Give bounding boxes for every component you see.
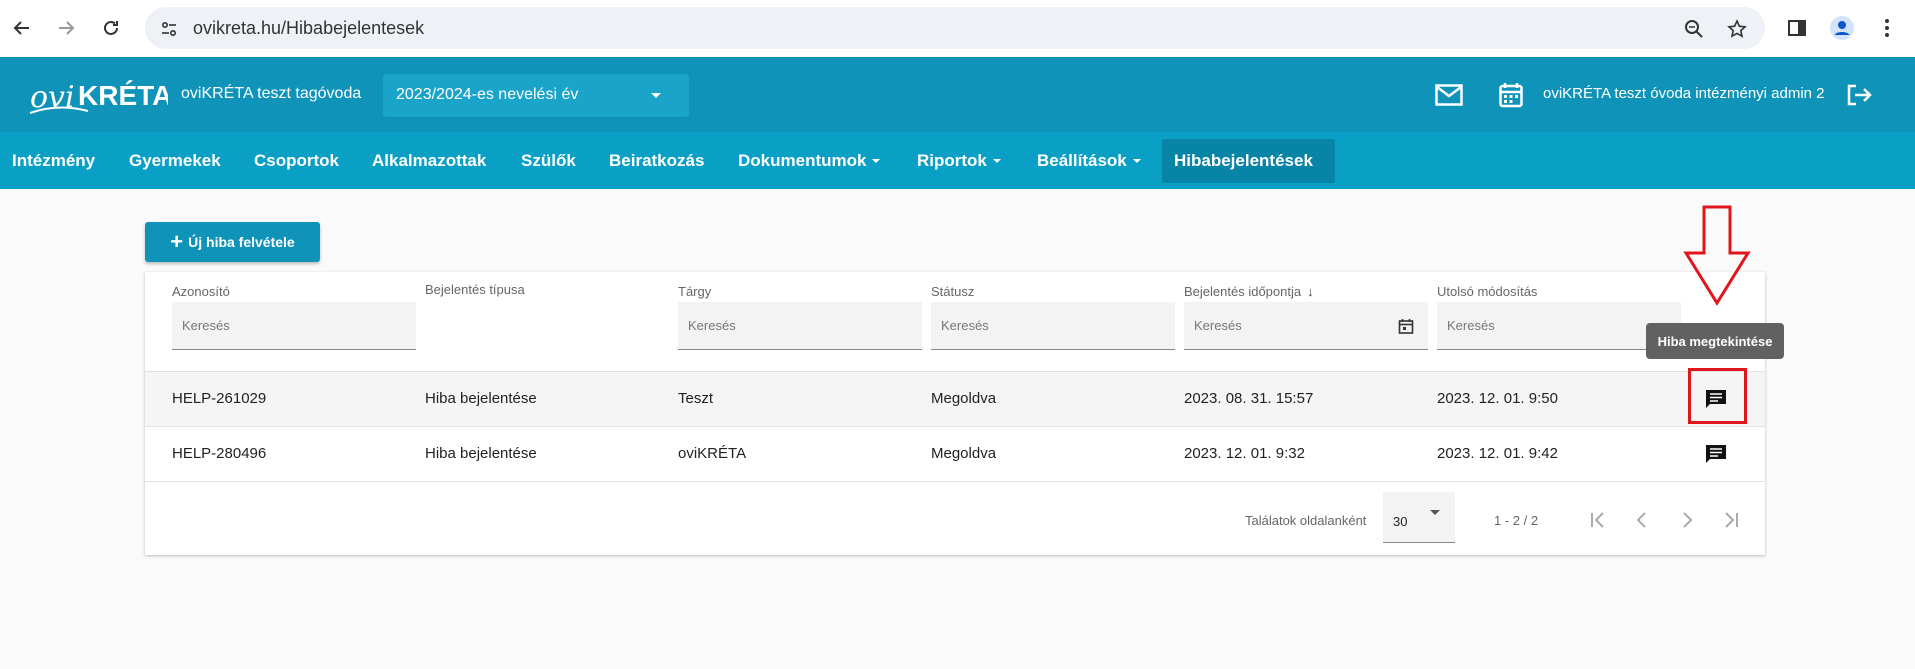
cell-tipus: Hiba bejelentése bbox=[425, 445, 537, 462]
grid-pager: Találatok oldalanként 30 1 - 2 / 2 bbox=[145, 481, 1765, 555]
ovikreta-logo[interactable]: ovi KRÉTA bbox=[28, 73, 172, 117]
plus-icon: + bbox=[170, 229, 184, 254]
user-name[interactable]: oviKRÉTA teszt óvoda intézményi admin 2 bbox=[1543, 85, 1825, 102]
cell-tipus: Hiba bejelentése bbox=[425, 390, 537, 407]
logout-icon[interactable] bbox=[1844, 80, 1874, 110]
caret-down-icon bbox=[992, 159, 1001, 163]
date-picker-icon[interactable] bbox=[1398, 318, 1414, 339]
sort-desc-icon[interactable]: ↓ bbox=[1307, 284, 1314, 299]
chevron-down-icon bbox=[651, 93, 661, 98]
nav-item-csoportok[interactable]: Csoportok bbox=[242, 139, 351, 183]
annotation-arrow-icon bbox=[1683, 205, 1751, 312]
mail-icon[interactable] bbox=[1434, 80, 1464, 110]
nav-item-label: Beállítások bbox=[1037, 151, 1127, 170]
browser-menu-icon[interactable] bbox=[1873, 14, 1901, 42]
svg-text:ovi: ovi bbox=[30, 80, 75, 115]
nav-item-szulok[interactable]: Szülők bbox=[509, 139, 588, 183]
filter-statusz[interactable]: Keresés bbox=[931, 302, 1175, 350]
chevron-down-icon bbox=[1430, 510, 1440, 515]
nav-item-hibabejelentesek[interactable]: Hibabejelentések bbox=[1162, 139, 1335, 183]
nav-item-label: Dokumentumok bbox=[738, 151, 867, 170]
caret-down-icon bbox=[1132, 159, 1141, 163]
page-range: 1 - 2 / 2 bbox=[1494, 513, 1539, 528]
nav-item-beiratkozas[interactable]: Beiratkozás bbox=[597, 139, 716, 183]
filter-modositas[interactable]: Keresés bbox=[1437, 302, 1681, 350]
column-header-idopont[interactable]: Bejelentés időpontja ↓ bbox=[1184, 284, 1314, 299]
add-issue-label: Új hiba felvétele bbox=[188, 234, 295, 250]
school-year-value: 2023/2024-es nevelési év bbox=[396, 86, 579, 103]
site-settings-icon[interactable] bbox=[157, 17, 181, 41]
browser-toolbar: ovikreta.hu/Hibabejelentesek bbox=[0, 0, 1915, 56]
table-row[interactable]: HELP-280496 Hiba bejelentése oviKRÉTA Me… bbox=[145, 426, 1765, 481]
nav-item-label: Riportok bbox=[917, 151, 987, 170]
nav-item-label: Alkalmazottak bbox=[372, 151, 487, 170]
per-page-select[interactable]: 30 bbox=[1383, 492, 1455, 543]
per-page-label: Találatok oldalanként bbox=[1245, 513, 1367, 528]
reload-icon[interactable] bbox=[97, 14, 125, 42]
back-icon[interactable] bbox=[8, 14, 36, 42]
profile-avatar-icon[interactable] bbox=[1828, 14, 1856, 42]
last-page-icon[interactable] bbox=[1719, 508, 1743, 532]
filter-placeholder: Keresés bbox=[1194, 318, 1242, 333]
add-issue-button[interactable]: + Új hiba felvétele bbox=[145, 222, 320, 262]
filter-idopont[interactable]: Keresés bbox=[1184, 302, 1428, 350]
nav-item-label: Beiratkozás bbox=[609, 151, 705, 170]
issues-grid: Azonosító Bejelentés típusa Tárgy Státus… bbox=[145, 272, 1765, 555]
column-header-modositas[interactable]: Utolsó módosítás bbox=[1437, 284, 1537, 299]
next-page-icon[interactable] bbox=[1675, 508, 1699, 532]
filter-targy[interactable]: Keresés bbox=[678, 302, 922, 350]
nav-item-label: Intézmény bbox=[12, 151, 96, 170]
nav-item-beallitasok[interactable]: Beállítások bbox=[1025, 139, 1153, 183]
caret-down-icon bbox=[872, 159, 881, 163]
forward-icon[interactable] bbox=[52, 14, 80, 42]
filter-placeholder: Keresés bbox=[182, 318, 230, 333]
side-panel-icon[interactable] bbox=[1783, 14, 1811, 42]
svg-text:KRÉTA: KRÉTA bbox=[78, 80, 168, 111]
school-year-select[interactable]: 2023/2024-es nevelési év bbox=[383, 74, 689, 117]
nav-item-riportok[interactable]: Riportok bbox=[905, 139, 1013, 183]
cell-statusz: Megoldva bbox=[931, 445, 997, 462]
main-nav: Intézmény Gyermekek Csoportok Alkalmazot… bbox=[0, 132, 1915, 189]
column-header-statusz[interactable]: Státusz bbox=[931, 284, 974, 299]
previous-page-icon[interactable] bbox=[1630, 508, 1654, 532]
view-issue-icon[interactable] bbox=[1702, 441, 1730, 467]
first-page-icon[interactable] bbox=[1586, 508, 1610, 532]
calendar-icon[interactable] bbox=[1496, 80, 1526, 110]
nav-item-intezmeny[interactable]: Intézmény bbox=[0, 139, 107, 183]
cell-modositas: 2023. 12. 01. 9:42 bbox=[1437, 445, 1558, 462]
filter-placeholder: Keresés bbox=[1447, 318, 1495, 333]
filter-placeholder: Keresés bbox=[688, 318, 736, 333]
bookmark-star-icon[interactable] bbox=[1725, 17, 1749, 41]
cell-idopont: 2023. 12. 01. 9:32 bbox=[1184, 445, 1305, 462]
cell-azonosito: HELP-280496 bbox=[172, 445, 267, 462]
zoom-icon[interactable] bbox=[1682, 17, 1706, 41]
cell-azonosito: HELP-261029 bbox=[172, 390, 267, 407]
filter-azonosito[interactable]: Keresés bbox=[172, 302, 416, 350]
per-page-value: 30 bbox=[1393, 514, 1408, 529]
column-header-azonosito[interactable]: Azonosító bbox=[172, 284, 230, 299]
column-header-tipus[interactable]: Bejelentés típusa bbox=[425, 282, 525, 297]
institution-name: oviKRÉTA teszt tagóvoda bbox=[181, 85, 362, 102]
cell-targy: oviKRÉTA bbox=[678, 445, 747, 462]
nav-item-label: Gyermekek bbox=[129, 151, 221, 170]
cell-targy: Teszt bbox=[678, 390, 714, 407]
nav-item-label: Csoportok bbox=[254, 151, 339, 170]
nav-item-gyermekek[interactable]: Gyermekek bbox=[117, 139, 233, 183]
column-header-targy[interactable]: Tárgy bbox=[678, 284, 711, 299]
annotation-highlight-box bbox=[1688, 368, 1747, 424]
nav-item-label: Szülők bbox=[521, 151, 576, 170]
address-bar[interactable]: ovikreta.hu/Hibabejelentesek bbox=[145, 7, 1765, 49]
column-header-idopont-label: Bejelentés időpontja bbox=[1184, 284, 1302, 299]
filter-placeholder: Keresés bbox=[941, 318, 989, 333]
url-text[interactable]: ovikreta.hu/Hibabejelentesek bbox=[193, 18, 424, 39]
nav-item-dokumentumok[interactable]: Dokumentumok bbox=[726, 139, 892, 183]
nav-item-alkalmazottak[interactable]: Alkalmazottak bbox=[360, 139, 498, 183]
view-issue-tooltip: Hiba megtekintése bbox=[1646, 323, 1784, 359]
cell-statusz: Megoldva bbox=[931, 390, 997, 407]
app-header: ovi KRÉTA oviKRÉTA teszt tagóvoda 2023/2… bbox=[0, 57, 1915, 132]
table-row[interactable]: HELP-261029 Hiba bejelentése Teszt Megol… bbox=[145, 371, 1765, 426]
nav-item-label: Hibabejelentések bbox=[1174, 151, 1313, 170]
cell-idopont: 2023. 08. 31. 15:57 bbox=[1184, 390, 1314, 407]
cell-modositas: 2023. 12. 01. 9:50 bbox=[1437, 390, 1558, 407]
